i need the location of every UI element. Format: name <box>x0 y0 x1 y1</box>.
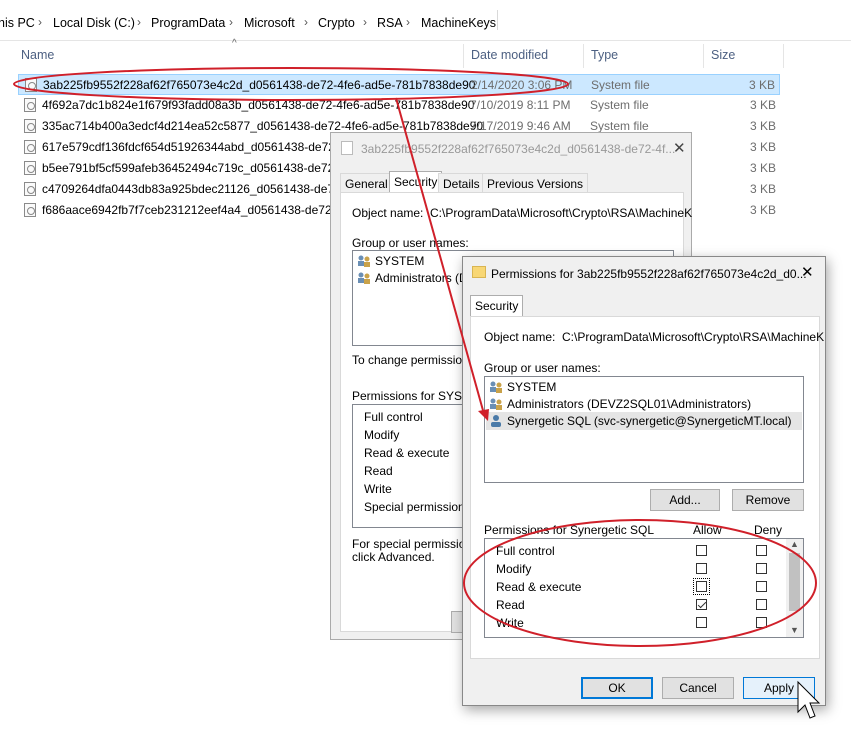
annotation-overlay <box>13 67 821 719</box>
highlight-ellipse <box>13 67 569 101</box>
mouse-cursor-icon <box>797 680 821 719</box>
annotation-arrow <box>395 97 485 415</box>
arrow-head-icon <box>478 409 489 421</box>
highlight-ellipse <box>463 519 817 647</box>
